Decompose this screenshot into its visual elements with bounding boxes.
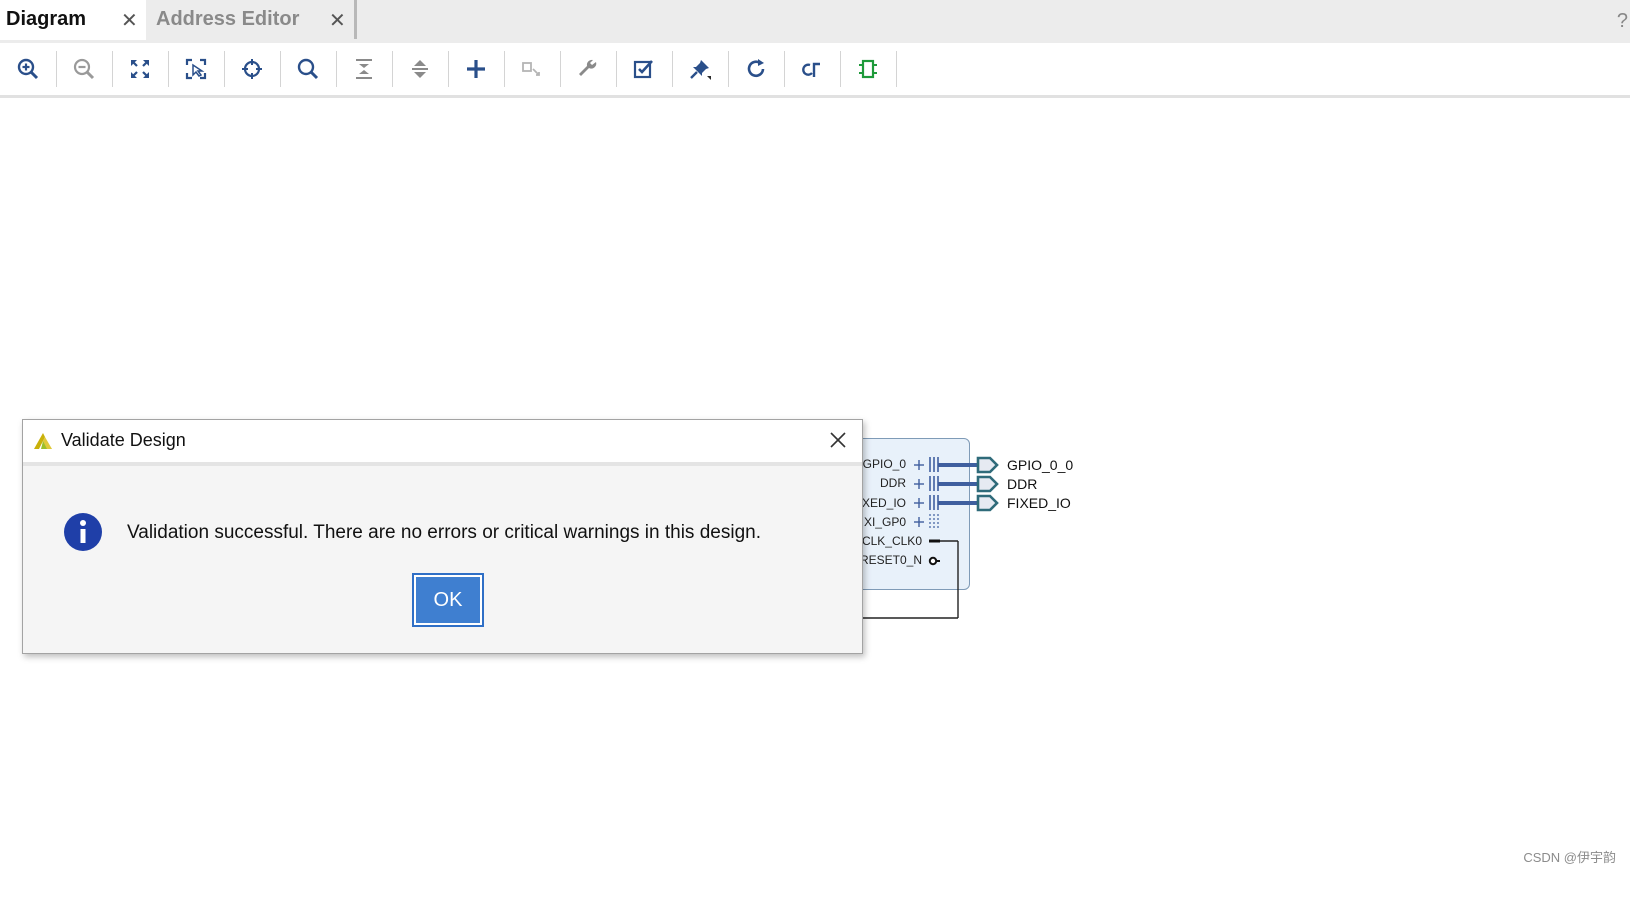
validate-design-dialog: Validate Design Validation successful. T… <box>22 419 863 654</box>
dialog-title: Validate Design <box>61 430 186 450</box>
ok-button[interactable]: OK <box>412 573 484 627</box>
port-ddr: DDR <box>880 476 906 490</box>
port-fclk-reset0-n: RESET0_N <box>859 553 922 567</box>
dialog-titlebar[interactable]: Validate Design <box>23 420 862 466</box>
ok-button-label: OK <box>416 577 480 623</box>
port-gpio-0: GPIO_0 <box>862 457 906 471</box>
external-port-ddr[interactable]: DDR <box>1007 476 1037 492</box>
port-fixed-io: XED_IO <box>861 496 906 510</box>
watermark: CSDN @伊宇韵 <box>1523 850 1616 865</box>
vivado-logo-icon <box>34 433 52 449</box>
info-icon <box>64 513 102 551</box>
close-icon[interactable] <box>824 426 852 454</box>
external-port-gpio-0-0[interactable]: GPIO_0_0 <box>1007 457 1073 473</box>
external-port-fixed-io[interactable]: FIXED_IO <box>1007 495 1071 511</box>
port-fclk-clk0: CLK_CLK0 <box>861 534 922 548</box>
dialog-message: Validation successful. There are no erro… <box>127 522 761 543</box>
port-axi-gp0: XI_GP0 <box>863 515 906 529</box>
